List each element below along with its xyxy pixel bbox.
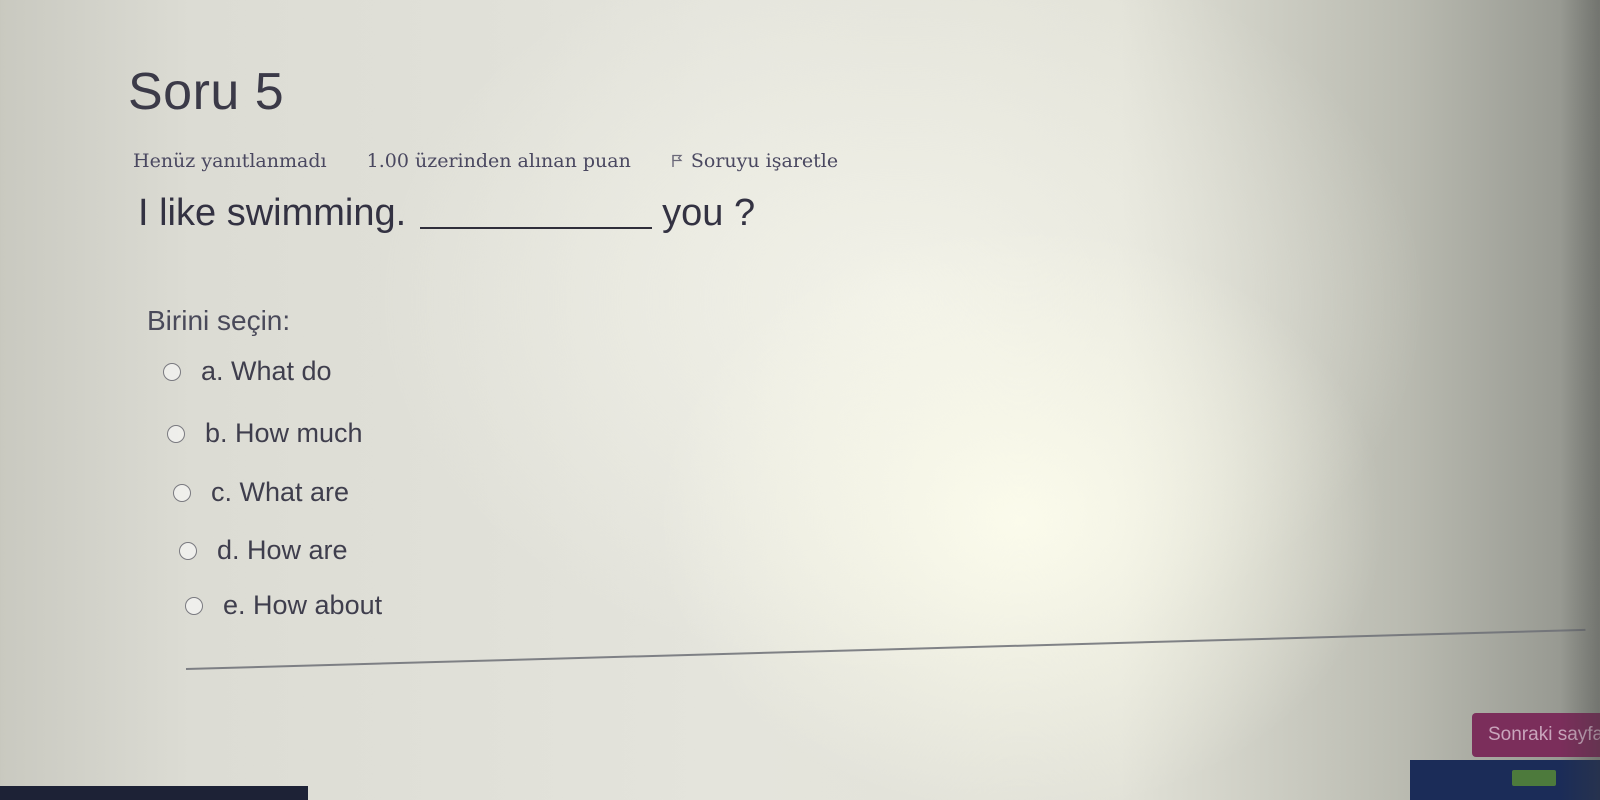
answer-option-b[interactable]: b. How much — [167, 418, 363, 449]
answer-option-label: d. How are — [217, 535, 348, 565]
question-status: Henüz yanıtlanmadı — [133, 150, 327, 172]
battery-icon — [1512, 770, 1556, 786]
question-title: Soru 5 — [128, 63, 285, 121]
answer-prompt: Birini seçin: — [147, 305, 291, 336]
answer-option-label: e. How about — [223, 590, 383, 620]
answer-option-label: b. How much — [205, 418, 363, 448]
answer-option-c[interactable]: c. What are — [173, 477, 349, 508]
flag-question-link[interactable]: Soruyu işaretle — [671, 150, 838, 172]
answer-option-d[interactable]: d. How are — [179, 535, 348, 566]
question-grade: 1.00 üzerinden alınan puan — [366, 150, 631, 172]
screen-edge-shadow — [1560, 0, 1600, 800]
quiz-page: Soru 5 Henüz yanıtlanmadı 1.00 üzerinden… — [0, 0, 1600, 800]
question-text-before: I like swimming. — [138, 192, 407, 234]
radio-button[interactable] — [173, 483, 191, 502]
answer-option-e[interactable]: e. How about — [185, 590, 382, 621]
section-divider — [185, 628, 1586, 670]
radio-button[interactable] — [179, 541, 197, 560]
radio-button[interactable] — [185, 596, 203, 615]
question-text: I like swimming. you ? — [138, 192, 755, 235]
flag-icon — [671, 154, 683, 168]
answer-option-label: c. What are — [211, 477, 350, 507]
answer-option-label: a. What do — [201, 356, 332, 386]
answer-blank — [420, 195, 653, 229]
question-info: Henüz yanıtlanmadı 1.00 üzerinden alınan… — [133, 150, 838, 172]
taskbar-left — [0, 786, 308, 800]
radio-button[interactable] — [163, 362, 181, 381]
flag-question-label: Soruyu işaretle — [690, 150, 839, 172]
answer-option-a[interactable]: a. What do — [163, 356, 332, 387]
question-text-after: you ? — [662, 192, 756, 234]
radio-button[interactable] — [167, 424, 185, 443]
